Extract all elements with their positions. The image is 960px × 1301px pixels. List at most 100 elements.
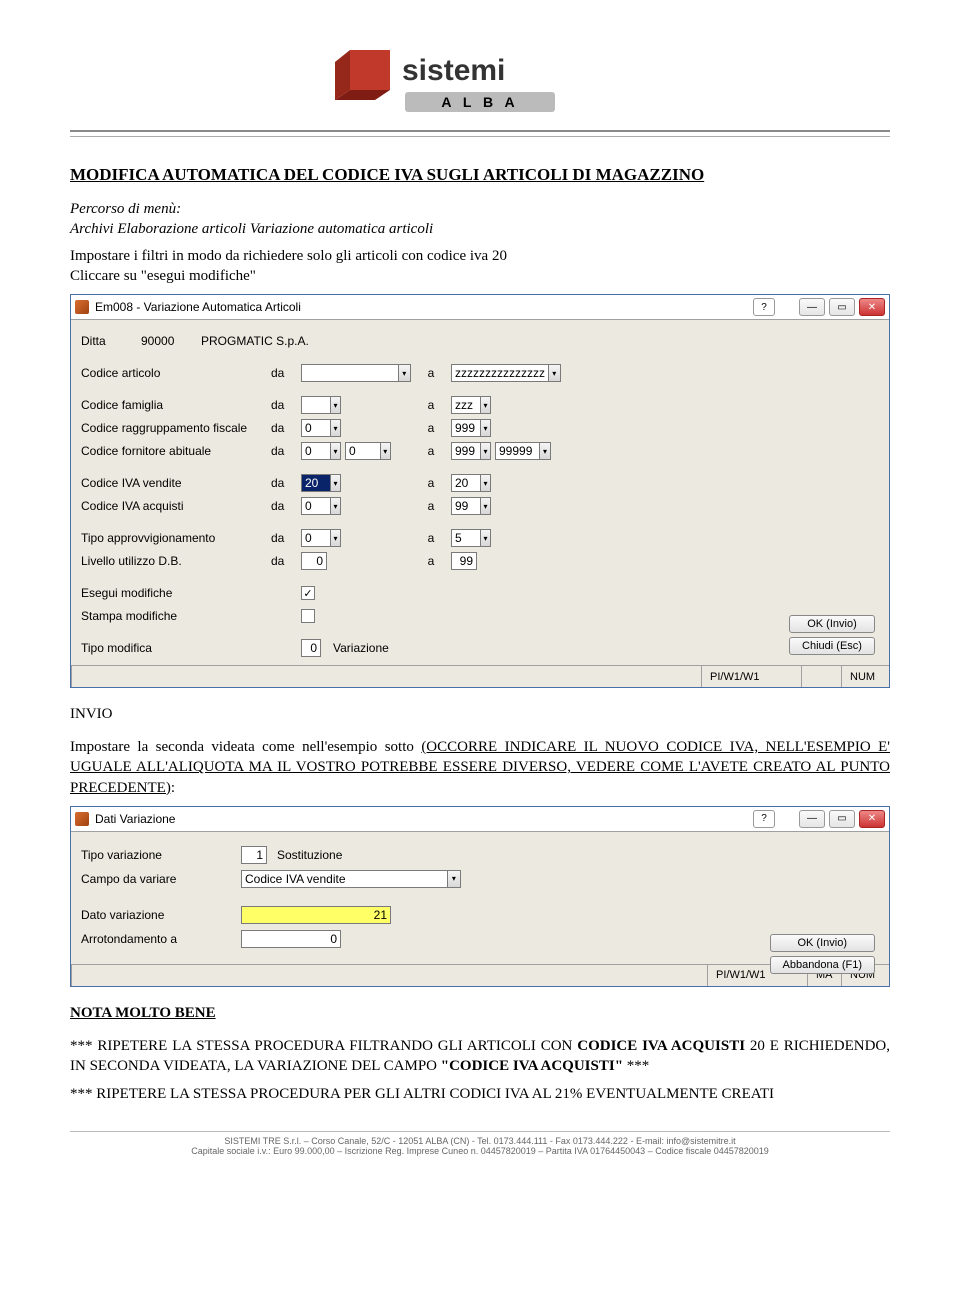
ditta-name: PROGMATIC S.p.A. (201, 334, 309, 348)
label-ragg-fiscale: Codice raggruppamento fiscale (81, 421, 271, 435)
ditta-code: 90000 (141, 334, 201, 348)
label-arrotondamento: Arrotondamento a (81, 932, 241, 946)
label-campo-variare: Campo da variare (81, 872, 241, 886)
chevron-down-icon[interactable]: ▾ (330, 475, 340, 491)
campo-variare-select[interactable]: ▾ (241, 870, 461, 888)
page-footer: SISTEMI TRE S.r.l. – Corso Canale, 52/C … (70, 1131, 890, 1156)
ok-button[interactable]: OK (Invio) (789, 615, 875, 633)
chevron-down-icon[interactable]: ▾ (480, 475, 490, 491)
label-iva-acquisti: Codice IVA acquisti (81, 499, 271, 513)
close-button[interactable]: ✕ (859, 298, 885, 316)
stampa-checkbox[interactable] (301, 609, 315, 623)
label-livello-db: Livello utilizzo D.B. (81, 554, 271, 568)
footer-line-1: SISTEMI TRE S.r.l. – Corso Canale, 52/C … (70, 1136, 890, 1146)
famiglia-a-input[interactable]: ▾ (451, 396, 491, 414)
nota-p2: *** RIPETERE LA STESSA PROCEDURA PER GLI… (70, 1084, 890, 1104)
codice-articolo-a-input[interactable]: ▾ (451, 364, 561, 382)
chevron-down-icon[interactable]: ▾ (330, 530, 340, 546)
logo: sistemi A L B A (310, 40, 650, 120)
livello-db-a-input[interactable] (451, 552, 477, 570)
chevron-down-icon[interactable]: ▾ (480, 397, 490, 413)
a-label: a (411, 366, 451, 380)
titlebar: Dati Variazione ? — ▭ ✕ (71, 807, 889, 832)
famiglia-da-input[interactable]: ▾ (301, 396, 341, 414)
ditta-label: Ditta (81, 334, 141, 348)
tipo-variazione-text: Sostituzione (277, 848, 342, 862)
nota-p1: *** RIPETERE LA STESSA PROCEDURA FILTRAN… (70, 1036, 890, 1077)
app-icon (75, 812, 89, 826)
iva-acquisti-a-input[interactable]: ▾ (451, 497, 491, 515)
esegui-checkbox[interactable]: ✓ (301, 586, 315, 600)
step-2-text: Cliccare su "esegui modifiche" (70, 266, 890, 286)
mid-paragraph: Impostare la seconda videata come nell'e… (70, 737, 890, 798)
label-stampa: Stampa modifiche (81, 609, 271, 623)
maximize-button[interactable]: ▭ (829, 810, 855, 828)
fornitore-da1-input[interactable]: ▾ (301, 442, 341, 460)
approvv-a-input[interactable]: ▾ (451, 529, 491, 547)
fornitore-da2-input[interactable]: ▾ (345, 442, 391, 460)
approvv-da-input[interactable]: ▾ (301, 529, 341, 547)
logo-text-top: sistemi (402, 54, 505, 87)
ragg-fiscale-a-input[interactable]: ▾ (451, 419, 491, 437)
titlebar: Em008 - Variazione Automatica Articoli ?… (71, 295, 889, 320)
da-label: da (271, 366, 301, 380)
chevron-down-icon[interactable]: ▾ (480, 443, 490, 459)
iva-vendite-da-input[interactable]: ▾ (301, 474, 341, 492)
chevron-down-icon[interactable]: ▾ (330, 443, 340, 459)
fornitore-a2-input[interactable]: ▾ (495, 442, 551, 460)
tipo-variazione-code-input[interactable] (241, 846, 267, 864)
percorso-path: Archivi Elaborazione articoli Variazione… (70, 219, 890, 239)
chiudi-button[interactable]: Chiudi (Esc) (789, 637, 875, 655)
window-title: Dati Variazione (95, 812, 753, 826)
chevron-down-icon[interactable]: ▾ (380, 443, 390, 459)
chevron-down-icon[interactable]: ▾ (480, 420, 490, 436)
arrotondamento-input[interactable] (241, 930, 341, 948)
status-right: NUM (841, 666, 889, 687)
chevron-down-icon[interactable]: ▾ (447, 871, 460, 887)
label-approvv: Tipo approvvigionamento (81, 531, 271, 545)
iva-vendite-a-input[interactable]: ▾ (451, 474, 491, 492)
label-codice-famiglia: Codice famiglia (81, 398, 271, 412)
footer-line-2: Capitale sociale i.v.: Euro 99.000,00 – … (70, 1146, 890, 1156)
label-tipo-variazione: Tipo variazione (81, 848, 241, 862)
minimize-button[interactable]: — (799, 810, 825, 828)
chevron-down-icon[interactable]: ▾ (480, 530, 490, 546)
chevron-down-icon[interactable]: ▾ (548, 365, 560, 381)
chevron-down-icon[interactable]: ▾ (330, 498, 340, 514)
label-dato-variazione: Dato variazione (81, 908, 241, 922)
dato-variazione-input[interactable] (241, 906, 391, 924)
ok-button[interactable]: OK (Invio) (770, 934, 876, 952)
ragg-fiscale-da-input[interactable]: ▾ (301, 419, 341, 437)
minimize-button[interactable]: — (799, 298, 825, 316)
label-fornitore: Codice fornitore abituale (81, 444, 271, 458)
divider (70, 130, 890, 132)
tipo-modifica-text: Variazione (333, 641, 389, 655)
iva-acquisti-da-input[interactable]: ▾ (301, 497, 341, 515)
chevron-down-icon[interactable]: ▾ (539, 443, 550, 459)
chevron-down-icon[interactable]: ▾ (480, 498, 490, 514)
header-logo: sistemi A L B A (70, 40, 890, 120)
help-icon[interactable]: ? (753, 810, 775, 828)
abbandona-button[interactable]: Abbandona (F1) (770, 956, 876, 974)
maximize-button[interactable]: ▭ (829, 298, 855, 316)
percorso-label: Percorso di menù: (70, 199, 890, 219)
codice-articolo-da-input[interactable]: ▾ (301, 364, 411, 382)
chevron-down-icon[interactable]: ▾ (398, 365, 410, 381)
chevron-down-icon[interactable]: ▾ (330, 420, 340, 436)
invio-label: INVIO (70, 706, 890, 723)
tipo-modifica-code-input[interactable] (301, 639, 321, 657)
window-variazione-automatica: Em008 - Variazione Automatica Articoli ?… (70, 294, 890, 688)
label-tipo-modifica: Tipo modifica (81, 641, 271, 655)
page-title: MODIFICA AUTOMATICA DEL CODICE IVA SUGLI… (70, 165, 890, 185)
app-icon (75, 300, 89, 314)
step-1-text: Impostare i filtri in modo da richiedere… (70, 246, 890, 266)
fornitore-a1-input[interactable]: ▾ (451, 442, 491, 460)
close-button[interactable]: ✕ (859, 810, 885, 828)
divider (70, 136, 890, 137)
help-icon[interactable]: ? (753, 298, 775, 316)
livello-db-da-input[interactable] (301, 552, 327, 570)
status-left: PI/W1/W1 (701, 666, 801, 687)
label-esegui: Esegui modifiche (81, 586, 271, 600)
nota-heading: NOTA MOLTO BENE (70, 1005, 890, 1022)
chevron-down-icon[interactable]: ▾ (330, 397, 340, 413)
